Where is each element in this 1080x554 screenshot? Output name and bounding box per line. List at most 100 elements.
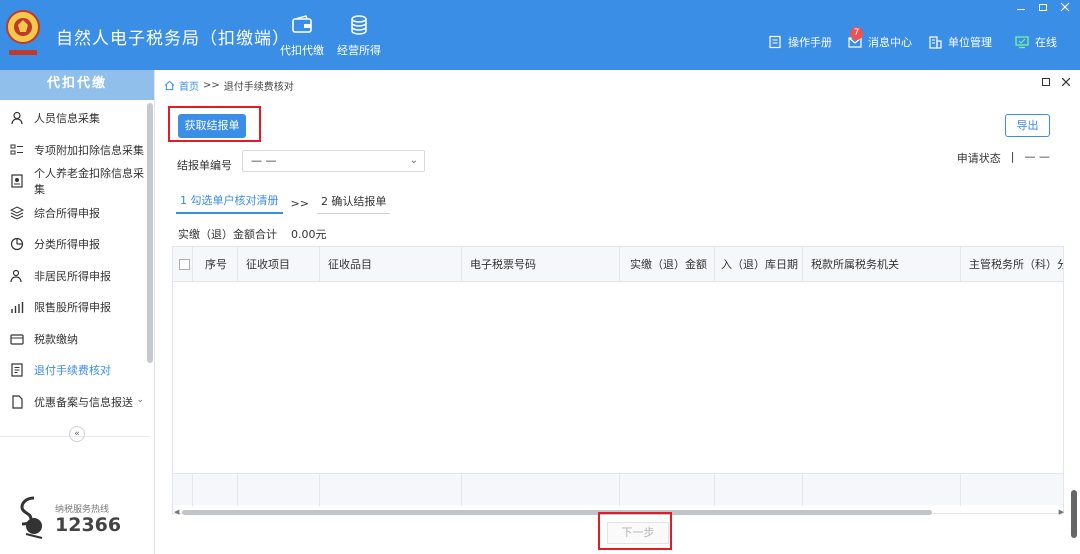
column-header[interactable]: 主管税务所（科）分 xyxy=(961,247,1063,282)
table-footer-row xyxy=(173,473,1063,506)
sidebar-item-pension-deduction[interactable]: 个人养老金扣除信息采集 xyxy=(0,165,150,196)
sidebar-item-fee-refund-check[interactable]: 退付手续费核对 xyxy=(0,354,150,385)
column-header[interactable]: 实缴（退）金额 xyxy=(620,247,715,282)
footer-cell xyxy=(620,474,715,506)
chevron-down-icon: ⌄ xyxy=(136,395,144,405)
book-icon xyxy=(769,35,781,49)
wallet-icon xyxy=(292,15,312,33)
step-confirm-report[interactable]: 2 确认结报单 xyxy=(316,193,391,214)
close-icon[interactable] xyxy=(1060,2,1070,12)
file-icon xyxy=(12,394,23,409)
step-separator: >> xyxy=(290,196,309,210)
apply-status-value: — — xyxy=(1024,150,1051,163)
scrollbar-thumb[interactable] xyxy=(182,510,932,515)
pie-icon xyxy=(10,237,24,250)
sidebar-item-label: 综合所得申报 xyxy=(34,206,100,220)
restore-icon[interactable] xyxy=(1038,2,1048,12)
sidebar-item-tax-payment[interactable]: 税款缴纳 xyxy=(0,323,150,354)
sidebar-item-classified-income[interactable]: 分类所得申报 xyxy=(0,228,150,259)
column-header[interactable]: 征收项目 xyxy=(238,247,320,282)
hotline-logo-icon xyxy=(20,496,43,539)
message-center-link[interactable]: 7 消息中心 xyxy=(848,27,912,50)
step-tabs: 1 勾选单户核对清册 >> 2 确认结报单 xyxy=(176,192,391,214)
footer-cell xyxy=(173,474,193,506)
sidebar-item-comprehensive-income[interactable]: 综合所得申报 xyxy=(0,197,150,228)
scroll-left-icon[interactable]: ◀ xyxy=(174,508,179,516)
user-swap-icon xyxy=(10,269,22,282)
panel-controls xyxy=(1042,78,1070,86)
footer-cell xyxy=(803,474,961,506)
bar-chart-icon xyxy=(11,301,24,313)
message-icon-wrap: 7 xyxy=(848,27,863,49)
manual-link[interactable]: 操作手册 xyxy=(768,34,832,50)
export-button[interactable]: 导出 xyxy=(1005,114,1050,137)
breadcrumb-current: 退付手续费核对 xyxy=(223,82,294,93)
column-header[interactable]: 税款所属税务机关 xyxy=(803,247,961,282)
window-vertical-scrollbar[interactable] xyxy=(1071,490,1077,538)
tax-emblem-icon xyxy=(6,10,40,55)
sidebar: 代扣代缴 人员信息采集 专项附加扣除信息采集 个人养老金扣除信息采集 综合所得申… xyxy=(0,70,155,554)
report-no-select[interactable]: — — ⌄ xyxy=(242,150,425,172)
scroll-right-icon[interactable]: ▶ xyxy=(1059,508,1064,516)
home-icon xyxy=(164,80,175,91)
column-header[interactable]: 序号 xyxy=(193,247,238,282)
coins-icon xyxy=(351,15,367,35)
sidebar-item-label: 退付手续费核对 xyxy=(34,363,111,377)
sidebar-item-special-deduction[interactable]: 专项附加扣除信息采集 xyxy=(0,134,150,165)
main-panel: 首页 >> 退付手续费核对 获取结报单 导出 结报单编号 — — ⌄ 申请状态 … xyxy=(156,70,1080,554)
top-nav-label: 经营所得 xyxy=(337,44,381,57)
message-center-label: 消息中心 xyxy=(868,36,912,49)
sidebar-item-label: 优惠备案与信息报送 xyxy=(34,395,133,409)
footer-cell xyxy=(238,474,320,506)
layers-icon xyxy=(10,205,24,220)
online-status-label: 在线 xyxy=(1035,36,1057,49)
apply-status-label: 申请状态 xyxy=(956,152,1001,165)
step-select-checklist[interactable]: 1 勾选单户核对清册 xyxy=(176,192,283,214)
select-all-cell xyxy=(173,247,193,282)
breadcrumb-home[interactable]: 首页 xyxy=(179,78,199,93)
sidebar-item-personnel-info[interactable]: 人员信息采集 xyxy=(0,102,150,133)
app-title: 自然人电子税务局（扣缴端） xyxy=(56,29,290,49)
app-header: 自然人电子税务局（扣缴端） 代扣代缴 经营所得 操作手册 7 消息中心 单位管理… xyxy=(0,0,1080,70)
breadcrumb: 首页 >> 退付手续费核对 xyxy=(164,78,294,93)
sidebar-item-nonresident-income[interactable]: 非居民所得申报 xyxy=(0,260,150,291)
sidebar-item-label: 税款缴纳 xyxy=(34,332,78,346)
id-card-icon xyxy=(11,173,23,188)
unit-management-label: 单位管理 xyxy=(948,36,992,49)
sidebar-item-preferential-filing[interactable]: 优惠备案与信息报送 ⌄ xyxy=(0,386,150,417)
sidebar-item-label: 人员信息采集 xyxy=(34,111,100,125)
select-all-checkbox[interactable] xyxy=(179,259,190,270)
apply-status: 申请状态 | — — xyxy=(957,150,1050,166)
person-icon xyxy=(11,111,23,124)
online-status-link[interactable]: 在线 xyxy=(1015,34,1057,50)
sidebar-item-label: 个人养老金扣除信息采集 xyxy=(34,166,144,196)
minimize-icon[interactable] xyxy=(1016,2,1026,12)
collapse-sidebar-button[interactable]: « xyxy=(69,426,85,442)
footer-cell xyxy=(193,474,238,506)
monitor-icon xyxy=(1015,36,1029,49)
sidebar-item-label: 专项附加扣除信息采集 xyxy=(34,143,144,157)
column-header[interactable]: 电子税票号码 xyxy=(462,247,620,282)
records-table: 序号 征收项目 征收品目 电子税票号码 实缴（退）金额 入（退）库日期 税款所属… xyxy=(172,246,1064,514)
list-icon xyxy=(10,144,23,154)
sidebar-item-restricted-stock[interactable]: 限售股所得申报 xyxy=(0,291,150,322)
unread-badge: 7 xyxy=(850,27,863,40)
sidebar-scrollbar[interactable] xyxy=(147,103,153,363)
top-nav-business-income[interactable]: 经营所得 xyxy=(324,14,394,58)
total-label: 实缴（退）金额合计 xyxy=(178,228,277,241)
footer-cell xyxy=(462,474,620,506)
report-no-value: — — xyxy=(251,154,277,167)
maximize-icon[interactable] xyxy=(1042,78,1050,86)
window-controls xyxy=(1016,2,1070,12)
building-icon xyxy=(929,36,942,49)
total-value: 0.00元 xyxy=(291,228,327,241)
footer-cell xyxy=(715,474,803,506)
column-header[interactable]: 入（退）库日期 xyxy=(715,247,803,282)
column-header[interactable]: 征收品目 xyxy=(320,247,462,282)
close-icon[interactable] xyxy=(1062,78,1070,86)
unit-management-link[interactable]: 单位管理 xyxy=(928,34,992,50)
total-amount: 实缴（退）金额合计 0.00元 xyxy=(178,226,327,242)
highlight-box xyxy=(168,106,261,142)
table-header: 序号 征收项目 征收品目 电子税票号码 实缴（退）金额 入（退）库日期 税款所属… xyxy=(173,247,1063,282)
chevron-down-icon: ⌄ xyxy=(409,155,418,166)
